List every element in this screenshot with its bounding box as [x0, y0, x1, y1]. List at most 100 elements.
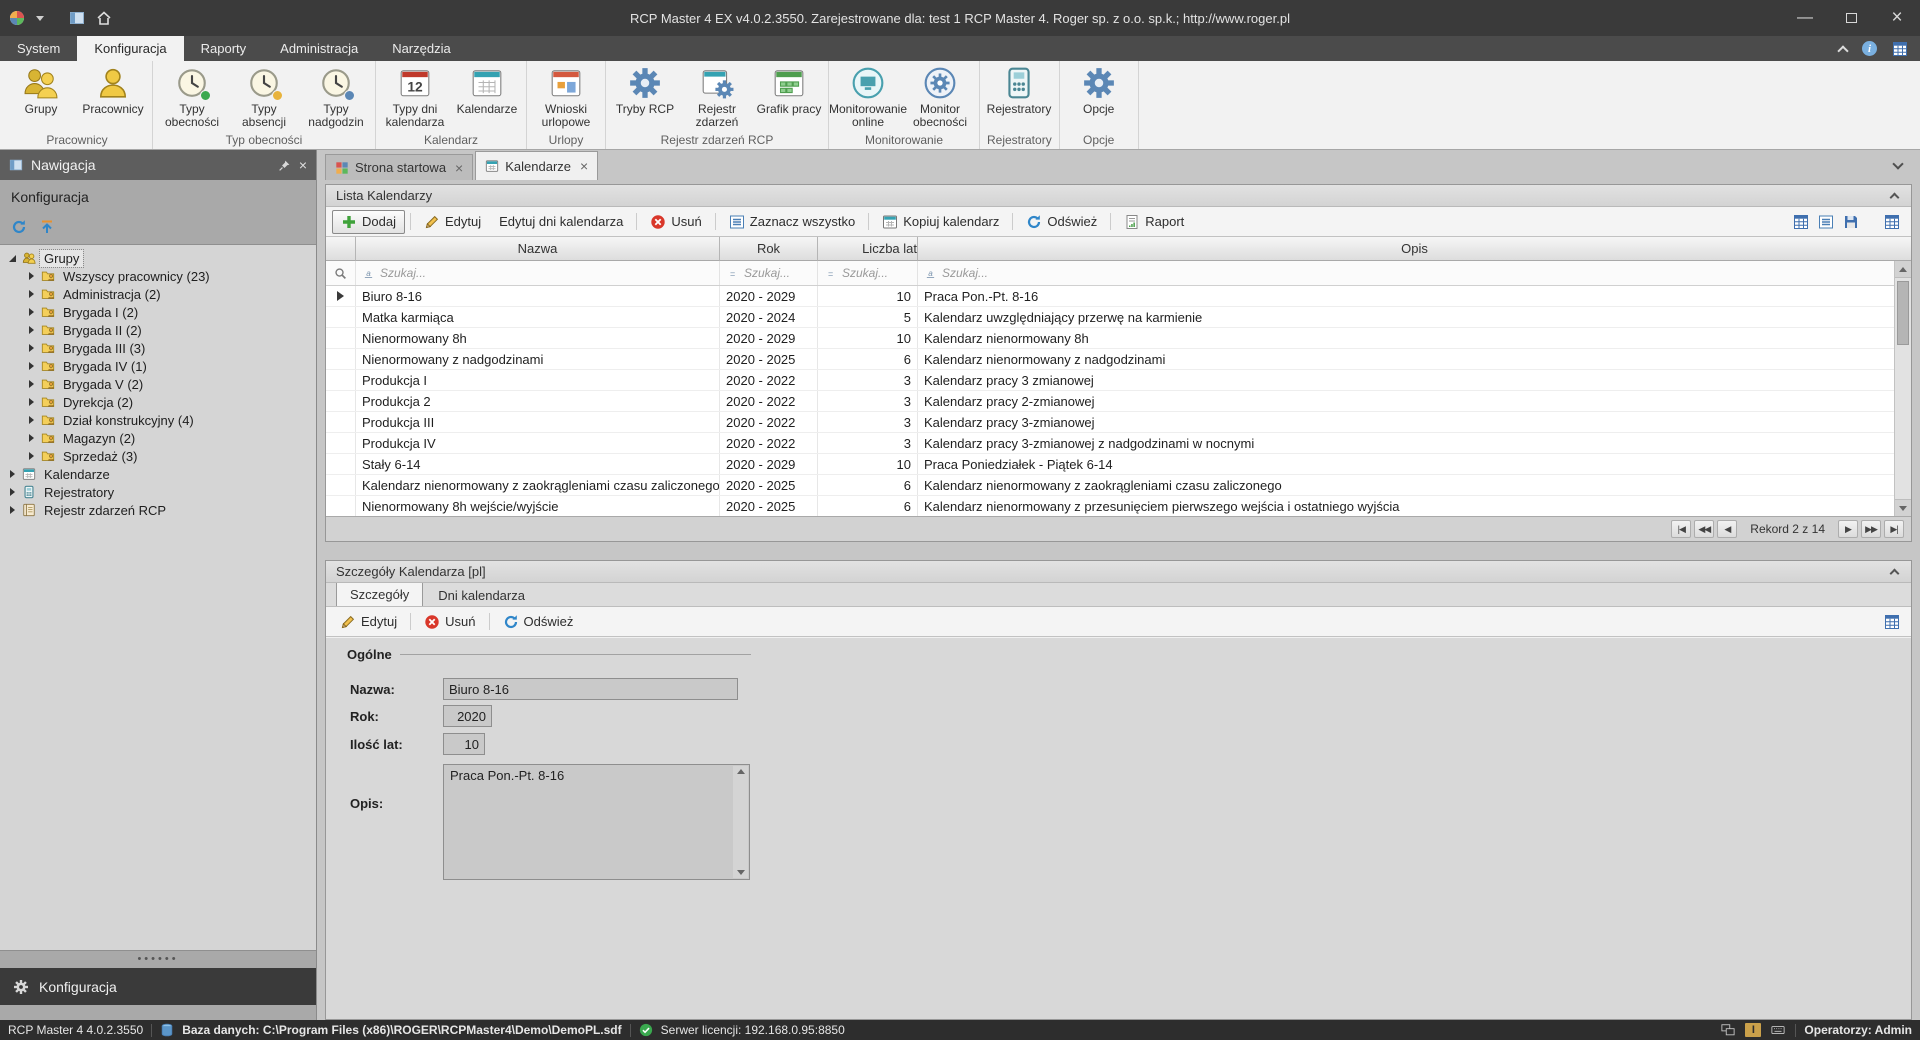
kopiuj-kalendarz-button[interactable]: Kopiuj kalendarz	[874, 211, 1007, 233]
insert-mode-indicator[interactable]: I	[1745, 1023, 1761, 1037]
edytuj-button[interactable]: Edytuj	[332, 611, 405, 633]
table-row[interactable]: Nienormowany 8h 2020 - 2029 10 Kalendarz…	[326, 328, 1911, 349]
ribbon-button-rejestr-zdarzen[interactable]: Rejestr zdarzeń	[681, 64, 753, 131]
odswiez-button[interactable]: Odśwież	[1018, 211, 1105, 233]
home-icon[interactable]	[96, 10, 112, 26]
expander-icon[interactable]	[7, 255, 18, 262]
scroll-down-icon[interactable]	[737, 870, 745, 875]
sidebar-splitter-grip[interactable]: ••••••	[0, 954, 316, 964]
expander-icon[interactable]	[7, 488, 18, 496]
scroll-down-button[interactable]	[1895, 499, 1911, 516]
expander-icon[interactable]	[26, 308, 37, 316]
pager-last-button[interactable]: ▶|	[1884, 520, 1904, 538]
ribbon-button-pracownicy[interactable]: Pracownicy	[77, 64, 149, 118]
tree-item-brygada-5[interactable]: Brygada V (2)	[0, 375, 316, 393]
ribbon-button-wnioski-urlopowe[interactable]: Wnioski urlopowe	[530, 64, 602, 131]
grid-view-icon[interactable]	[1884, 614, 1900, 630]
maximize-button[interactable]	[1828, 0, 1874, 36]
rok-field[interactable]	[443, 705, 492, 727]
pin-icon[interactable]	[278, 159, 291, 172]
pager-prev-page-button[interactable]: ◀◀	[1694, 520, 1714, 538]
expander-icon[interactable]	[26, 434, 37, 442]
vertical-scrollbar[interactable]	[1894, 261, 1911, 516]
filter-condition-icon[interactable]	[726, 267, 739, 280]
expander-icon[interactable]	[26, 416, 37, 424]
tree-item-dzial-konstrukcyjny[interactable]: Dział konstrukcyjny (4)	[0, 411, 316, 429]
column-header-rok[interactable]: Rok	[720, 237, 818, 261]
close-tab-icon[interactable]: ×	[580, 158, 588, 174]
tree-item-wszyscy-pracownicy[interactable]: Wszyscy pracownicy (23)	[0, 267, 316, 285]
refresh-icon[interactable]	[11, 219, 27, 235]
table-row[interactable]: Nienormowany 8h wejście/wyjście 2020 - 2…	[326, 496, 1911, 517]
ribbon-button-tryby-rcp[interactable]: Tryby RCP	[609, 64, 681, 118]
textarea-scrollbar[interactable]	[733, 766, 748, 878]
ribbon-button-kalendarze[interactable]: Kalendarze	[451, 64, 523, 118]
tree-item-brygada-3[interactable]: Brygada III (3)	[0, 339, 316, 357]
tab-szczegoly[interactable]: Szczegóły	[336, 582, 423, 606]
expander-icon[interactable]	[26, 398, 37, 406]
tab-kalendarze[interactable]: Kalendarze ×	[475, 151, 598, 180]
filter-nazwa-input[interactable]: Szukaj...	[356, 261, 720, 285]
usun-button[interactable]: Usuń	[416, 611, 483, 633]
tree-item-magazyn[interactable]: Magazyn (2)	[0, 429, 316, 447]
close-tab-icon[interactable]: ×	[455, 160, 463, 176]
expander-icon[interactable]	[26, 362, 37, 370]
menu-tab-system[interactable]: System	[0, 36, 77, 61]
tree-item-rejestr-zdarzen-rcp[interactable]: Rejestr zdarzeń RCP	[0, 501, 316, 519]
filter-rok-input[interactable]: Szukaj...	[720, 261, 818, 285]
collapse-ribbon-icon[interactable]	[1837, 45, 1848, 56]
expander-icon[interactable]	[7, 506, 18, 514]
ribbon-button-typy-nadgodzin[interactable]: Typy nadgodzin	[300, 64, 372, 131]
menu-tab-narzedzia[interactable]: Narzędzia	[375, 36, 468, 61]
tree-item-sprzedaz[interactable]: Sprzedaż (3)	[0, 447, 316, 465]
filter-condition-icon[interactable]	[824, 267, 837, 280]
usun-button[interactable]: Usuń	[642, 211, 709, 233]
minimize-button[interactable]: —	[1782, 0, 1828, 36]
expander-icon[interactable]	[26, 344, 37, 352]
opis-field[interactable]: Praca Pon.-Pt. 8-16	[443, 764, 750, 880]
odswiez-button[interactable]: Odśwież	[495, 611, 582, 633]
nazwa-field[interactable]	[443, 678, 738, 700]
ribbon-button-opcje[interactable]: Opcje	[1063, 64, 1135, 118]
ribbon-button-grafik-pracy[interactable]: Grafik pracy	[753, 64, 825, 118]
column-header-opis[interactable]: Opis	[918, 237, 1911, 261]
scroll-up-icon[interactable]	[737, 769, 745, 774]
table-row[interactable]: Produkcja I 2020 - 2022 3 Kalendarz prac…	[326, 370, 1911, 391]
app-logo-icon[interactable]	[9, 10, 25, 26]
table-row[interactable]: Produkcja 2 2020 - 2022 3 Kalendarz prac…	[326, 391, 1911, 412]
raport-button[interactable]: Raport	[1116, 211, 1192, 233]
pager-first-button[interactable]: |◀	[1671, 520, 1691, 538]
scrollbar-thumb[interactable]	[1897, 281, 1909, 345]
tree-item-grupy[interactable]: Grupy	[0, 249, 316, 267]
connection-status-icon[interactable]	[1719, 1023, 1737, 1037]
expander-icon[interactable]	[26, 380, 37, 388]
layout-icon[interactable]	[1818, 214, 1834, 230]
collapse-panel-icon[interactable]	[1890, 569, 1900, 579]
about-info-icon[interactable]: i	[1862, 41, 1877, 56]
expander-icon[interactable]	[26, 452, 37, 460]
grid-view-icon[interactable]	[1884, 214, 1900, 230]
qat-dropdown-icon[interactable]	[36, 16, 44, 21]
filter-liczba-lat-input[interactable]: Szukaj...	[818, 261, 918, 285]
expander-icon[interactable]	[26, 290, 37, 298]
pager-next-page-button[interactable]: ▶▶	[1861, 520, 1881, 538]
menu-tab-administracja[interactable]: Administracja	[263, 36, 375, 61]
table-row[interactable]: Kalendarz nienormowany z zaokrągleniami …	[326, 475, 1911, 496]
ribbon-button-typy-absencji[interactable]: Typy absencji	[228, 64, 300, 131]
scroll-up-button[interactable]	[1895, 261, 1911, 278]
ilosc-lat-field[interactable]	[443, 733, 485, 755]
qat-panel-icon[interactable]	[69, 10, 85, 26]
tree-item-kalendarze[interactable]: Kalendarze	[0, 465, 316, 483]
filter-condition-icon[interactable]	[362, 267, 375, 280]
column-chooser-icon[interactable]	[1793, 214, 1809, 230]
column-header-liczba-lat[interactable]: Liczba lat	[818, 237, 918, 261]
table-row[interactable]: Stały 6-14 2020 - 2029 10 Praca Poniedzi…	[326, 454, 1911, 475]
tree-item-brygada-4[interactable]: Brygada IV (1)	[0, 357, 316, 375]
expander-icon[interactable]	[26, 326, 37, 334]
tree-item-administracja[interactable]: Administracja (2)	[0, 285, 316, 303]
table-row[interactable]: Produkcja III 2020 - 2022 3 Kalendarz pr…	[326, 412, 1911, 433]
sidebar-bottom-item-konfiguracja[interactable]: Konfiguracja	[0, 968, 316, 1005]
close-panel-icon[interactable]: ×	[299, 157, 307, 173]
menu-tab-raporty[interactable]: Raporty	[184, 36, 264, 61]
tree-item-dyrekcja[interactable]: Dyrekcja (2)	[0, 393, 316, 411]
